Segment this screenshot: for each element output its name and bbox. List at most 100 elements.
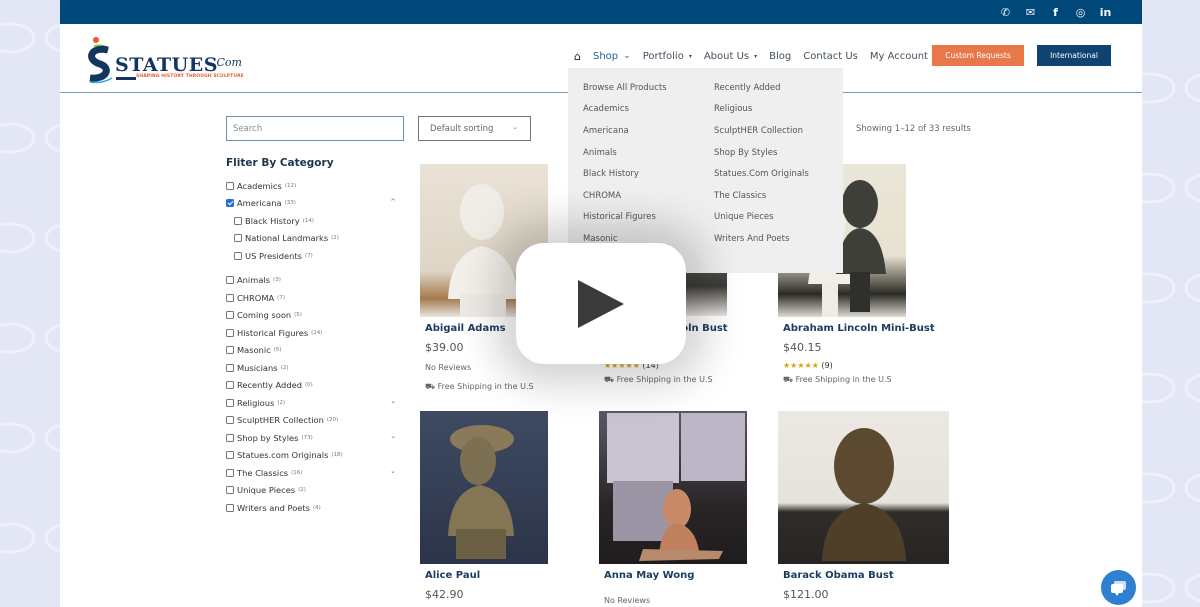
product-name[interactable]: Anna May Wong <box>604 570 694 581</box>
mail-icon[interactable]: ✉ <box>1018 0 1043 24</box>
nav-portfolio[interactable]: Portfolio ▾ <box>643 51 692 62</box>
product-name[interactable]: Barack Obama Bust <box>783 570 894 581</box>
search-input[interactable]: Search <box>226 116 404 141</box>
shop-menu-item[interactable]: Historical Figures <box>583 207 667 229</box>
checkbox[interactable] <box>226 363 234 372</box>
product-card[interactable]: Anna May Wong No Reviews <box>599 411 771 605</box>
checkbox[interactable] <box>234 216 242 225</box>
checkbox-checked[interactable] <box>226 199 234 208</box>
product-card[interactable]: Barack Obama Bust $121.00 <box>778 411 950 601</box>
checkbox[interactable] <box>226 276 234 285</box>
nav-home[interactable]: ⌂ <box>574 50 581 63</box>
shop-menu-right-column: Recently Added Religious SculptHER Colle… <box>714 77 809 250</box>
custom-requests-button[interactable]: Custom Requests <box>932 45 1024 66</box>
checkbox[interactable] <box>226 328 234 337</box>
filter-writers-and-poets[interactable]: Writers and Poets (4) <box>226 499 406 517</box>
shop-menu-item[interactable]: Animals <box>583 142 667 164</box>
filter-animals[interactable]: Animals (3) <box>226 272 406 290</box>
filter-recently-added[interactable]: Recently Added (0) <box>226 377 406 395</box>
facebook-icon[interactable]: f <box>1043 0 1068 24</box>
star-icons: ★★★★★ <box>783 361 819 370</box>
shop-menu-item[interactable]: SculptHER Collection <box>714 120 809 142</box>
chevron-down-icon[interactable]: ⌄ <box>390 467 396 475</box>
shop-menu-item[interactable]: Statues.Com Originals <box>714 163 809 185</box>
filter-chroma[interactable]: CHROMA (7) <box>226 289 406 307</box>
checkbox[interactable] <box>226 486 234 495</box>
nav-shop[interactable]: Shop ⌄ <box>593 51 631 62</box>
product-image[interactable] <box>599 411 747 564</box>
filter-sculpther-collection[interactable]: SculptHER Collection (20) <box>226 412 406 430</box>
filter-black-history[interactable]: Black History (14) <box>226 212 406 230</box>
filter-unique-pieces[interactable]: Unique Pieces (2) <box>226 482 406 500</box>
shop-menu-item[interactable]: Recently Added <box>714 77 809 99</box>
site-logo[interactable]: STATUES .Com SHAPING HISTORY THROUGH SCU… <box>86 32 246 87</box>
instagram-icon[interactable]: ◎ <box>1068 0 1093 24</box>
page: ✆ ✉ f ◎ in STATUES .Com SHAPING HISTORY … <box>60 0 1142 607</box>
filter-musicians[interactable]: Musicians (2) <box>226 359 406 377</box>
filter-label: CHROMA <box>237 292 275 303</box>
checkbox[interactable] <box>226 451 234 460</box>
sort-select[interactable]: Default sorting ⌄ <box>418 116 531 141</box>
product-price: $42.90 <box>425 588 464 601</box>
filter-label: SculptHER Collection <box>237 415 324 426</box>
filter-masonic[interactable]: Masonic (5) <box>226 342 406 360</box>
filter-count: (0) <box>304 382 313 389</box>
product-card[interactable]: Alice Paul $42.90 <box>420 411 592 601</box>
filter-us-presidents[interactable]: US Presidents (7) <box>226 247 406 265</box>
shop-menu-item[interactable]: Religious <box>714 99 809 121</box>
filter-label: Black History <box>245 215 300 226</box>
checkbox[interactable] <box>226 398 234 407</box>
filter-the-classics[interactable]: The Classics (16) ⌄ <box>226 464 406 482</box>
checkbox[interactable] <box>226 311 234 320</box>
chevron-down-icon[interactable]: ⌄ <box>390 397 396 405</box>
filter-coming-soon[interactable]: Coming soon (5) <box>226 307 406 325</box>
product-name[interactable]: Alice Paul <box>425 570 480 581</box>
checkbox[interactable] <box>226 503 234 512</box>
chat-widget-button[interactable] <box>1101 570 1136 605</box>
nav-contact-us[interactable]: Contact Us <box>803 51 858 62</box>
logo-suffix: .Com <box>213 56 242 69</box>
phone-icon[interactable]: ✆ <box>993 0 1018 24</box>
shop-menu-item[interactable]: The Classics <box>714 185 809 207</box>
filter-americana[interactable]: Americana (33) ^ <box>226 195 406 213</box>
checkbox[interactable] <box>234 234 242 243</box>
shop-menu-item[interactable]: Writers And Poets <box>714 228 809 250</box>
shop-menu-item[interactable]: Academics <box>583 99 667 121</box>
filter-statues-originals[interactable]: Statues.com Originals (18) <box>226 447 406 465</box>
filter-historical-figures[interactable]: Historical Figures (24) <box>226 324 406 342</box>
checkbox[interactable] <box>226 416 234 425</box>
category-filter-list: Academics (12) Americana (33) ^ Black Histo… <box>226 177 406 517</box>
chevron-down-icon: ⌄ <box>623 51 631 61</box>
product-name[interactable]: Abigail Adams <box>425 323 506 334</box>
checkbox[interactable] <box>226 468 234 477</box>
product-image[interactable] <box>420 411 548 564</box>
filter-national-landmarks[interactable]: National Landmarks (2) <box>226 230 406 248</box>
video-play-button[interactable] <box>516 243 686 364</box>
linkedin-icon[interactable]: in <box>1093 0 1118 24</box>
checkbox[interactable] <box>226 381 234 390</box>
shop-menu-item[interactable]: Browse All Products <box>583 77 667 99</box>
shop-menu-item[interactable]: CHROMA <box>583 185 667 207</box>
nav-blog[interactable]: Blog <box>769 51 791 62</box>
chevron-down-icon[interactable]: ⌄ <box>390 432 396 440</box>
filter-shop-by-styles[interactable]: Shop by Styles (73) ⌄ <box>226 429 406 447</box>
nav-about-us[interactable]: About Us ▾ <box>704 51 757 62</box>
filter-religious[interactable]: Religious (2) ⌄ <box>226 394 406 412</box>
top-bar: ✆ ✉ f ◎ in <box>60 0 1142 24</box>
checkbox[interactable] <box>234 251 242 260</box>
filter-academics[interactable]: Academics (12) <box>226 177 406 195</box>
checkbox[interactable] <box>226 433 234 442</box>
shop-menu-item[interactable]: Shop By Styles <box>714 142 809 164</box>
shop-menu-item[interactable]: Unique Pieces <box>714 207 809 229</box>
product-name[interactable]: Abraham Lincoln Mini-Bust <box>783 323 935 334</box>
product-image[interactable] <box>778 411 949 564</box>
shop-menu-item[interactable]: Americana <box>583 120 667 142</box>
chevron-up-icon[interactable]: ^ <box>390 198 396 206</box>
international-button[interactable]: International <box>1037 45 1111 66</box>
checkbox[interactable] <box>226 181 234 190</box>
checkbox[interactable] <box>226 293 234 302</box>
checkbox[interactable] <box>226 346 234 355</box>
nav-my-account[interactable]: My Account <box>870 51 928 62</box>
logo-underline <box>116 77 136 80</box>
shop-menu-item[interactable]: Black History <box>583 163 667 185</box>
